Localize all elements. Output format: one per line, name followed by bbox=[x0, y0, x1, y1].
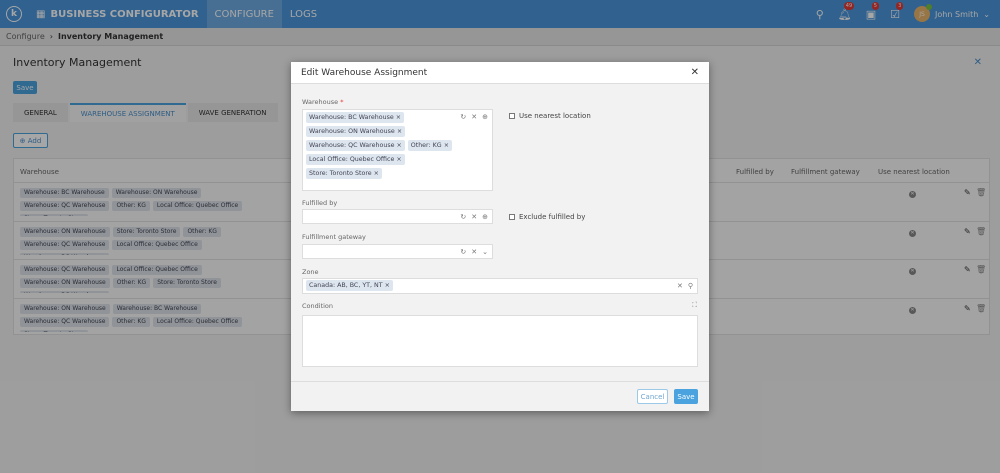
zone-value-chip: Canada: AB, BC, YT, NT × bbox=[306, 280, 393, 291]
warehouse-value-chip: Warehouse: BC Warehouse × bbox=[306, 112, 405, 123]
fulfilled-by-select[interactable]: ↻ ✕ ⊕ bbox=[302, 209, 493, 224]
remove-icon[interactable]: × bbox=[385, 282, 390, 289]
expand-icon[interactable]: ⛶ bbox=[692, 301, 697, 310]
remove-icon[interactable]: × bbox=[396, 114, 401, 121]
exclude-fulfilled-checkbox[interactable]: Exclude fulfilled by bbox=[509, 213, 585, 221]
warehouse-label: Warehouse * bbox=[302, 98, 344, 106]
warehouse-select[interactable]: Warehouse: BC Warehouse × Warehouse: ON W… bbox=[302, 109, 493, 191]
add-circle-icon[interactable]: ⊕ bbox=[482, 213, 488, 221]
zone-label: Zone bbox=[302, 268, 319, 276]
gateway-label: Fulfillment gateway bbox=[302, 233, 366, 241]
refresh-icon[interactable]: ↻ bbox=[460, 113, 466, 121]
edit-warehouse-modal: Edit Warehouse Assignment ✕ Warehouse * W… bbox=[291, 62, 709, 411]
remove-icon[interactable]: × bbox=[374, 170, 379, 177]
cancel-button[interactable]: Cancel bbox=[637, 389, 668, 404]
search-icon[interactable]: ⚲ bbox=[688, 282, 693, 290]
remove-icon[interactable]: × bbox=[396, 142, 401, 149]
gateway-select[interactable]: ↻ ✕ ⌄ bbox=[302, 244, 493, 259]
warehouse-value-chip: Warehouse: ON Warehouse × bbox=[306, 126, 406, 137]
condition-editor[interactable] bbox=[302, 315, 698, 367]
warehouse-value-chip: Store: Toronto Store × bbox=[306, 168, 382, 179]
clear-icon[interactable]: ✕ bbox=[471, 248, 477, 256]
fulfilled-by-label: Fulfilled by bbox=[302, 199, 338, 207]
clear-icon[interactable]: ✕ bbox=[471, 213, 477, 221]
warehouse-value-chip: Other: KG × bbox=[407, 140, 452, 151]
clear-icon[interactable]: ✕ bbox=[471, 113, 477, 121]
remove-icon[interactable]: × bbox=[397, 128, 402, 135]
condition-label: Condition bbox=[302, 302, 334, 310]
close-icon[interactable]: ✕ bbox=[691, 67, 699, 78]
warehouse-value-chip: Local Office: Quebec Office × bbox=[306, 154, 405, 165]
refresh-icon[interactable]: ↻ bbox=[460, 213, 466, 221]
clear-icon[interactable]: ✕ bbox=[677, 282, 683, 290]
modal-footer-divider bbox=[291, 381, 709, 382]
zone-select[interactable]: Canada: AB, BC, YT, NT × ✕ ⚲ bbox=[302, 278, 698, 294]
refresh-icon[interactable]: ↻ bbox=[460, 248, 466, 256]
use-nearest-checkbox[interactable]: Use nearest location bbox=[509, 112, 591, 120]
modal-save-button[interactable]: Save bbox=[674, 389, 698, 404]
remove-icon[interactable]: × bbox=[444, 142, 449, 149]
modal-title: Edit Warehouse Assignment bbox=[301, 67, 428, 78]
add-circle-icon[interactable]: ⊕ bbox=[482, 113, 488, 121]
remove-icon[interactable]: × bbox=[396, 156, 401, 163]
chevron-down-icon[interactable]: ⌄ bbox=[482, 248, 488, 256]
warehouse-value-chip: Warehouse: QC Warehouse × bbox=[306, 140, 405, 151]
